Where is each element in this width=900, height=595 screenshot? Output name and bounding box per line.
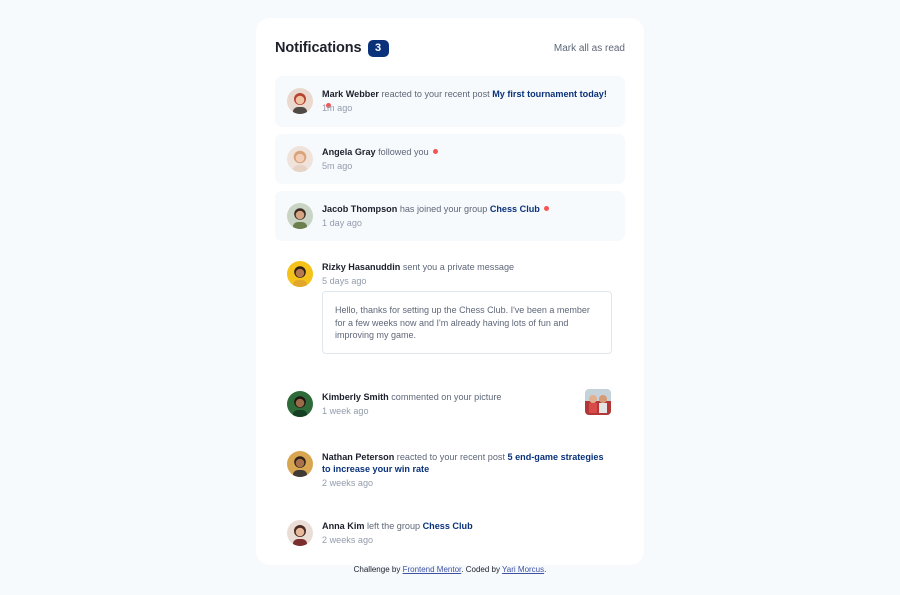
user-name[interactable]: Jacob Thompson [322,204,397,214]
notification-text: Rizky Hasanuddin sent you a private mess… [322,261,611,273]
post-link[interactable]: My first tournament today! [492,89,607,99]
unread-dot [543,206,549,212]
group-link[interactable]: Chess Club [423,521,473,531]
avatar-mark-webber[interactable] [287,88,313,114]
mark-all-read-button[interactable]: Mark all as read [554,43,625,54]
user-name[interactable]: Angela Gray [322,147,376,157]
notification-text: Nathan Peterson reacted to your recent p… [322,451,611,475]
attribution-footer: Challenge by Frontend Mentor. Coded by Y… [0,565,900,574]
timestamp: 1m ago [322,103,353,113]
notification-item[interactable]: Angela Gray followed you 5m ago [275,134,625,184]
notifications-card: Notifications 3 Mark all as read Mark We… [256,18,644,565]
avatar-anna-kim[interactable] [287,520,313,546]
avatar-rizky-hasanuddin[interactable] [287,261,313,287]
avatar-nathan-peterson[interactable] [287,451,313,477]
group-link[interactable]: Chess Club [490,204,540,214]
timestamp: 1 day ago [322,218,362,228]
avatar-kimberly-smith[interactable] [287,391,313,417]
action-text: reacted to your recent post [381,89,490,99]
unread-count-badge: 3 [367,39,389,57]
notification-item[interactable]: Jacob Thompson has joined your group Che… [275,191,625,241]
notification-text: Anna Kim left the group Chess Club [322,520,611,532]
user-name[interactable]: Nathan Peterson [322,452,394,462]
action-text: followed you [378,147,429,157]
notification-text: Mark Webber reacted to your recent post … [322,88,611,112]
user-name[interactable]: Kimberly Smith [322,392,389,402]
header: Notifications 3 Mark all as read [275,39,625,57]
action-text: left the group [366,521,421,531]
notification-item[interactable]: Mark Webber reacted to your recent post … [275,76,625,127]
notification-item[interactable]: Nathan Peterson reacted to your recent p… [275,439,625,499]
notification-text: Jacob Thompson has joined your group Che… [322,203,611,215]
page-title: Notifications [275,40,362,56]
user-name[interactable]: Rizky Hasanuddin [322,262,400,272]
footer-prefix: Challenge by [353,565,401,574]
action-text: sent you a private message [402,262,515,272]
timestamp: 1 week ago [322,406,369,416]
notification-item[interactable]: Rizky Hasanuddin sent you a private mess… [275,249,625,364]
action-text: reacted to your recent post [396,452,505,462]
user-name[interactable]: Anna Kim [322,521,364,531]
unread-dot [432,149,438,155]
notification-text: Kimberly Smith commented on your picture [322,391,611,403]
footer-middle: . Coded by [461,565,500,574]
footer-suffix: . [544,565,547,574]
timestamp: 5 days ago [322,276,367,286]
user-name[interactable]: Mark Webber [322,89,379,99]
action-text: commented on your picture [391,392,502,402]
author-link[interactable]: Yari Morcus [502,565,544,574]
timestamp: 2 weeks ago [322,478,374,488]
timestamp: 2 weeks ago [322,535,374,545]
notification-item[interactable]: Kimberly Smith commented on your picture… [275,379,625,429]
title-wrap: Notifications 3 [275,39,389,57]
private-message[interactable]: Hello, thanks for setting up the Chess C… [322,291,612,354]
avatar-angela-gray[interactable] [287,146,313,172]
frontend-mentor-link[interactable]: Frontend Mentor [403,565,462,574]
timestamp: 5m ago [322,161,353,171]
avatar-jacob-thompson[interactable] [287,203,313,229]
picture-thumbnail[interactable] [585,389,611,415]
action-text: has joined your group [399,204,488,214]
notification-item[interactable]: Anna Kim left the group Chess Club 2 wee… [275,508,625,558]
notification-text: Angela Gray followed you [322,146,611,158]
